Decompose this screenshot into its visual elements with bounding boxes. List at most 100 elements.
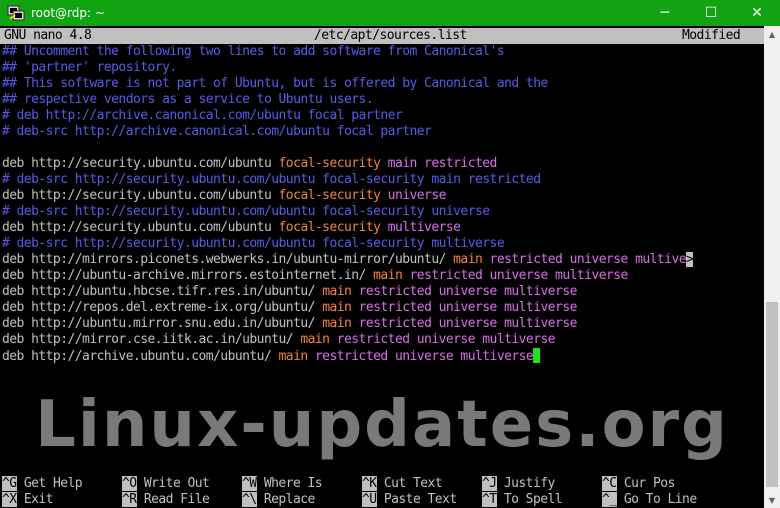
line-segment-default: deb http://ubuntu-archive.mirrors.estoin…: [2, 268, 374, 283]
shortcut-key: ^\: [242, 492, 257, 507]
editor-line[interactable]: # deb-src http://security.ubuntu.com/ubu…: [2, 204, 764, 220]
editor-content[interactable]: ## Uncomment the following two lines to …: [2, 44, 764, 364]
editor-line[interactable]: ## 'partner' repository.: [2, 60, 764, 76]
shortcut-to-spell[interactable]: ^T To Spell: [482, 492, 563, 508]
scroll-thumb[interactable]: [766, 302, 778, 487]
line-segment-comp: multiverse: [380, 220, 461, 235]
editor-line[interactable]: deb http://security.ubuntu.com/ubuntu fo…: [2, 156, 764, 172]
line-segment-comment: ## Uncomment the following two lines to …: [2, 44, 505, 59]
line-segment-suite: main: [322, 300, 352, 315]
shortcut-label: Where Is: [263, 476, 323, 491]
terminal-window: root@rdp: ~ ─ ☐ ✕ GNU nano 4.8 /etc/apt/…: [0, 0, 780, 508]
editor-line[interactable]: ## This software is not part of Ubuntu, …: [2, 76, 764, 92]
line-segment-comment: # deb-src http://security.ubuntu.com/ubu…: [2, 172, 541, 187]
line-segment-suite: focal-security: [278, 156, 381, 171]
line-segment-suite: main: [322, 284, 352, 299]
line-segment-default: deb http://mirror.cse.iitk.ac.in/ubuntu/: [2, 332, 301, 347]
shortcut-label: Cut Text: [383, 476, 443, 491]
shortcut-key: ^O: [122, 476, 137, 491]
line-segment-comp: restricted universe multiverse: [329, 332, 556, 347]
shortcut-key: ^J: [482, 476, 497, 491]
line-segment-comment: # deb-src http://security.ubuntu.com/ubu…: [2, 236, 505, 251]
maximize-button[interactable]: ☐: [688, 0, 734, 26]
line-segment-comment: # deb-src http://archive.canonical.com/u…: [2, 124, 432, 139]
line-segment-default: deb http://ubuntu.mirror.snu.edu.in/ubun…: [2, 316, 323, 331]
nano-filename: /etc/apt/sources.list: [314, 28, 467, 43]
editor-line[interactable]: # deb-src http://security.ubuntu.com/ubu…: [2, 236, 764, 252]
line-segment-comp: restricted universe multiverse: [351, 284, 578, 299]
shortcut-label: Read File: [143, 492, 210, 507]
shortcut-key: ^C: [602, 476, 617, 491]
editor-line[interactable]: deb http://mirrors.piconets.webwerks.in/…: [2, 252, 764, 268]
line-segment-comp: restricted universe multive: [482, 252, 687, 267]
editor-line[interactable]: # deb-src http://security.ubuntu.com/ubu…: [2, 172, 764, 188]
line-segment-comment: # deb http://archive.canonical.com/ubunt…: [2, 108, 403, 123]
shortcut-exit[interactable]: ^X Exit: [2, 492, 54, 508]
line-segment-default: deb http://security.ubuntu.com/ubuntu: [2, 156, 279, 171]
editor-line[interactable]: # deb-src http://archive.canonical.com/u…: [2, 124, 764, 140]
shortcut-label: Paste Text: [383, 492, 457, 507]
editor-line[interactable]: deb http://ubuntu.mirror.snu.edu.in/ubun…: [2, 316, 764, 332]
line-segment-comp: main restricted: [380, 156, 498, 171]
line-segment-comment: ## This software is not part of Ubuntu, …: [2, 76, 548, 91]
scroll-down-arrow-icon[interactable]: ▼: [764, 492, 780, 508]
line-segment-suite: main: [453, 252, 483, 267]
shortcut-key: ^R: [122, 492, 137, 507]
close-button[interactable]: ✕: [734, 0, 780, 26]
shortcut-label: Get Help: [23, 476, 83, 491]
terminal-area[interactable]: GNU nano 4.8 /etc/apt/sources.list Modif…: [0, 26, 764, 508]
editor-line[interactable]: deb http://repos.del.extreme-ix.org/ubun…: [2, 300, 764, 316]
editor-line[interactable]: deb http://ubuntu-archive.mirrors.estoin…: [2, 268, 764, 284]
shortcut-key: ^_: [602, 492, 617, 507]
line-segment-default: deb http://security.ubuntu.com/ubuntu: [2, 188, 279, 203]
editor-line[interactable]: deb http://archive.ubuntu.com/ubuntu/ ma…: [2, 348, 764, 364]
title-bar[interactable]: root@rdp: ~ ─ ☐ ✕: [0, 0, 780, 26]
nano-version: GNU nano 4.8: [4, 28, 92, 43]
line-segment-comp: universe: [380, 188, 447, 203]
shortcut-label: Cur Pos: [623, 476, 675, 491]
shortcut-cur-pos[interactable]: ^C Cur Pos: [602, 476, 675, 492]
vertical-scrollbar[interactable]: ▲ ▼: [764, 26, 780, 508]
shortcut-write-out[interactable]: ^O Write Out: [122, 476, 210, 492]
minimize-button[interactable]: ─: [642, 0, 688, 26]
editor-line[interactable]: [2, 140, 764, 156]
nano-status: Modified: [682, 28, 741, 43]
line-overflow-marker: >: [686, 252, 694, 267]
putty-icon: [7, 5, 25, 21]
shortcut-paste-text[interactable]: ^U Paste Text: [362, 492, 457, 508]
shortcut-where-is[interactable]: ^W Where Is: [242, 476, 323, 492]
line-segment-suite: main: [278, 349, 309, 364]
shortcut-get-help[interactable]: ^G Get Help: [2, 476, 83, 492]
window-title: root@rdp: ~: [31, 6, 105, 20]
scroll-up-arrow-icon[interactable]: ▲: [764, 26, 780, 42]
editor-line[interactable]: # deb http://archive.canonical.com/ubunt…: [2, 108, 764, 124]
shortcut-label: Go To Line: [623, 492, 697, 507]
shortcut-read-file[interactable]: ^R Read File: [122, 492, 210, 508]
editor-line[interactable]: deb http://mirror.cse.iitk.ac.in/ubuntu/…: [2, 332, 764, 348]
shortcut-replace[interactable]: ^\ Replace: [242, 492, 315, 508]
editor-line[interactable]: deb http://ubuntu.hbcse.tifr.res.in/ubun…: [2, 284, 764, 300]
line-segment-comp: restricted universe multiverse: [351, 300, 578, 315]
line-segment-comment: # deb-src http://security.ubuntu.com/ubu…: [2, 204, 490, 219]
line-segment-default: deb http://repos.del.extreme-ix.org/ubun…: [2, 300, 323, 315]
line-segment-default: deb http://ubuntu.hbcse.tifr.res.in/ubun…: [2, 284, 323, 299]
shortcut-go-to-line[interactable]: ^_ Go To Line: [602, 492, 697, 508]
shortcut-key: ^T: [482, 492, 497, 507]
shortcut-justify[interactable]: ^J Justify: [482, 476, 555, 492]
shortcut-key: ^G: [2, 476, 17, 491]
editor-line[interactable]: deb http://security.ubuntu.com/ubuntu fo…: [2, 188, 764, 204]
shortcut-cut-text[interactable]: ^K Cut Text: [362, 476, 443, 492]
line-segment-suite: main: [373, 268, 403, 283]
line-segment-comment: ## 'partner' repository.: [2, 60, 177, 75]
line-segment-comp: restricted universe multiverse: [307, 349, 534, 364]
line-segment-suite: main: [322, 316, 352, 331]
editor-line[interactable]: ## Uncomment the following two lines to …: [2, 44, 764, 60]
line-segment-comp: restricted universe multiverse: [402, 268, 629, 283]
editor-line[interactable]: ## respective vendors as a service to Ub…: [2, 92, 764, 108]
line-segment-suite: main: [300, 332, 330, 347]
shortcut-label: To Spell: [503, 492, 563, 507]
nano-shortcut-bar: ^G Get Help ^X Exit ^O Write Out ^R Read Fi…: [2, 476, 764, 508]
shortcut-key: ^X: [2, 492, 17, 507]
editor-line[interactable]: deb http://security.ubuntu.com/ubuntu fo…: [2, 220, 764, 236]
line-segment-comment: ## respective vendors as a service to Ub…: [2, 92, 374, 107]
